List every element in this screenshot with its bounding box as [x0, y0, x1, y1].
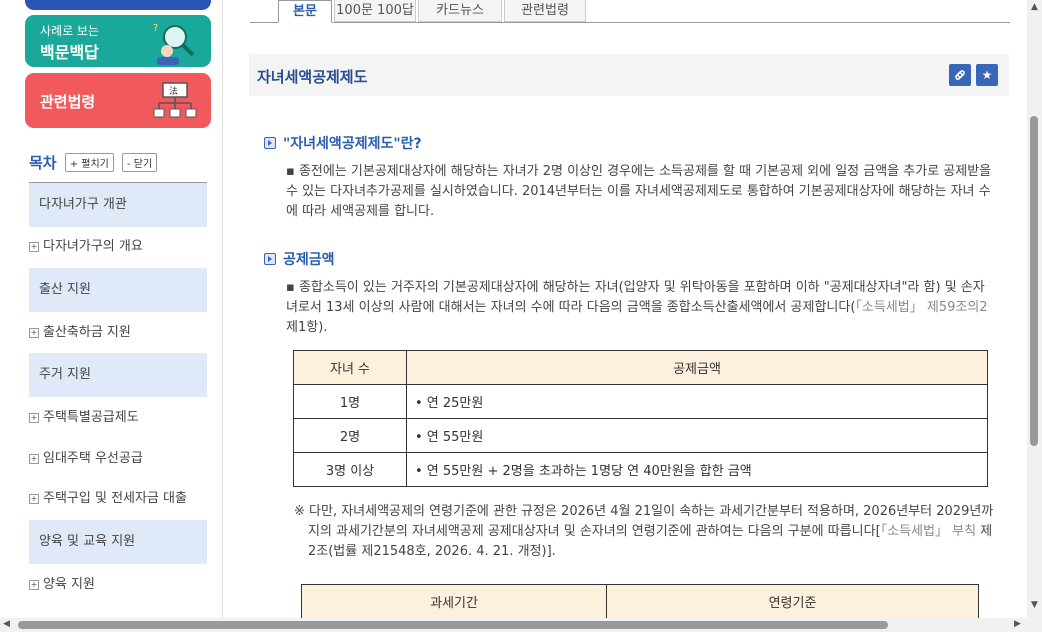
- bookmark-button[interactable]: ★: [976, 64, 998, 86]
- toc-item-label: 주택특별공급제도: [43, 410, 139, 425]
- page-title-bar: 자녀세액공제제도 ★: [249, 54, 1009, 96]
- banner-law-icon-text: 法: [169, 85, 178, 97]
- banner-qa[interactable]: 사례로 보는 백문백답 ?: [25, 15, 211, 67]
- amount-text-end: 제1항).: [286, 320, 328, 335]
- table-header: 자녀 수: [293, 350, 407, 385]
- toc-item-label: 양육 지원: [43, 577, 95, 592]
- amount-paragraph: ▪ 종합소득이 있는 거주자의 기본공제대상자에 해당하는 자녀(입양자 및 위…: [286, 280, 988, 335]
- table-header: 과세기간: [301, 584, 607, 619]
- toc-header: 목차 + 펼치기 - 닫기: [29, 152, 158, 173]
- table-cell: 3명 이상: [293, 452, 407, 487]
- horizontal-scroll-thumb[interactable]: [18, 621, 888, 629]
- table-row: 1명 • 연 25만원: [293, 384, 988, 419]
- banner-law[interactable]: 관련법령 法: [25, 73, 211, 128]
- expand-plus-icon: +: [29, 328, 39, 338]
- toc-item[interactable]: + 주택구입 및 전세자금 대출: [29, 487, 187, 506]
- scroll-right-icon[interactable]: ▶: [1014, 619, 1021, 629]
- content-tabs: 본문 100문 100답 카드뉴스 관련법령: [250, 0, 1010, 23]
- toc-section-childcare[interactable]: 양육 및 교육 지원: [29, 520, 207, 564]
- toc-item[interactable]: + 다자녀가구의 개요: [29, 235, 143, 254]
- expand-plus-icon: +: [29, 413, 39, 423]
- sidebar: 사례로 보는 백문백답 ? 관련법령 法 목차 + 펼치기 - 닫기 다자녀가구…: [0, 0, 223, 618]
- toc-item[interactable]: + 출산축하금 지원: [29, 321, 131, 340]
- banner-law-title: 관련법령: [40, 93, 96, 111]
- banner-qa-subtitle: 사례로 보는: [40, 24, 100, 38]
- magnifier-person-icon: ?: [153, 23, 195, 65]
- page-title: 자녀세액공제제도: [257, 68, 368, 86]
- table-cell: • 연 55만원 + 2명을 초과하는 1명당 연 40만원을 합한 금액: [406, 452, 988, 487]
- scroll-down-icon[interactable]: ▼: [1031, 600, 1038, 610]
- banner-qa-title: 백문백답: [40, 43, 99, 62]
- horizontal-scrollbar[interactable]: ◀ ▶: [0, 618, 1027, 632]
- definition-text: 종전에는 기본공제대상자에 해당하는 자녀가 2명 이상인 경우에는 소득공제를…: [286, 164, 992, 219]
- toc-item-label: 주택구입 및 전세자금 대출: [43, 491, 187, 506]
- banner-top[interactable]: [25, 0, 211, 10]
- vertical-scroll-thumb[interactable]: [1030, 116, 1038, 446]
- toc-section-birth[interactable]: 출산 지원: [29, 268, 207, 312]
- expand-plus-icon: +: [29, 494, 39, 504]
- org-chart-icon: 法: [153, 82, 197, 118]
- expand-plus-icon: +: [29, 454, 39, 464]
- table-header: 공제금액: [406, 350, 988, 385]
- tab-qa[interactable]: 100문 100답: [334, 0, 416, 22]
- age-table: 과세기간 연령기준: [301, 584, 979, 619]
- toc-section-housing[interactable]: 주거 지원: [29, 353, 207, 397]
- section-bullet-icon: [264, 253, 276, 265]
- table-cell: 1명: [293, 384, 407, 419]
- tab-laws[interactable]: 관련법령: [504, 0, 586, 22]
- table-cell: 2명: [293, 418, 407, 453]
- toc-expand-button[interactable]: + 펼치기: [64, 153, 114, 172]
- deduction-table: 자녀 수 공제금액 1명 • 연 25만원 2명 • 연 55만원 3명 이상 …: [293, 350, 988, 487]
- table-cell: • 연 25만원: [406, 384, 988, 419]
- toc-item[interactable]: + 양육 지원: [29, 573, 95, 592]
- vertical-scrollbar[interactable]: ▲ ▼: [1027, 0, 1042, 632]
- expand-plus-icon: +: [29, 580, 39, 590]
- scroll-left-icon[interactable]: ◀: [3, 619, 10, 629]
- section-bullet-icon: [264, 137, 276, 149]
- table-header: 연령기준: [606, 584, 979, 619]
- note-paragraph: ※ 다만, 자녀세액공제의 연령기준에 관한 규정은 2026년 4월 21일이…: [294, 502, 994, 562]
- toc-item-label: 임대주택 우선공급: [43, 451, 143, 466]
- link-button[interactable]: [949, 64, 971, 86]
- scroll-up-icon[interactable]: ▲: [1031, 2, 1038, 12]
- toc-item-label: 출산축하금 지원: [43, 325, 131, 340]
- law-link[interactable]: 「소득세법」 제59조의2: [855, 300, 987, 315]
- toc-section-overview[interactable]: 다자녀가구 개관: [29, 183, 207, 227]
- toc-item-label: 다자녀가구의 개요: [43, 239, 143, 254]
- expand-plus-icon: +: [29, 242, 39, 252]
- svg-text:?: ?: [153, 23, 158, 34]
- tab-cardnews[interactable]: 카드뉴스: [418, 0, 502, 22]
- section-heading-text: 공제금액: [283, 252, 335, 268]
- definition-paragraph: ▪ 종전에는 기본공제대상자에 해당하는 자녀가 2명 이상인 경우에는 소득공…: [286, 164, 992, 219]
- tab-main[interactable]: 본문: [278, 0, 332, 23]
- table-row: 3명 이상 • 연 55만원 + 2명을 초과하는 1명당 연 40만원을 합한…: [293, 452, 988, 487]
- star-icon: ★: [981, 68, 993, 82]
- section-heading-text: "자녀세액공제제도"란?: [283, 136, 422, 152]
- toc-title: 목차: [29, 154, 57, 172]
- toc-item[interactable]: + 임대주택 우선공급: [29, 447, 143, 466]
- section-heading-definition: "자녀세액공제제도"란?: [264, 133, 422, 153]
- table-row: 2명 • 연 55만원: [293, 418, 988, 453]
- toc-collapse-button[interactable]: - 닫기: [121, 153, 158, 172]
- table-cell: • 연 55만원: [406, 418, 988, 453]
- toc-item[interactable]: + 주택특별공급제도: [29, 406, 139, 425]
- section-heading-amount: 공제금액: [264, 249, 335, 269]
- link-icon: [955, 70, 965, 80]
- law-link[interactable]: 「소득세법」 부칙: [881, 524, 976, 539]
